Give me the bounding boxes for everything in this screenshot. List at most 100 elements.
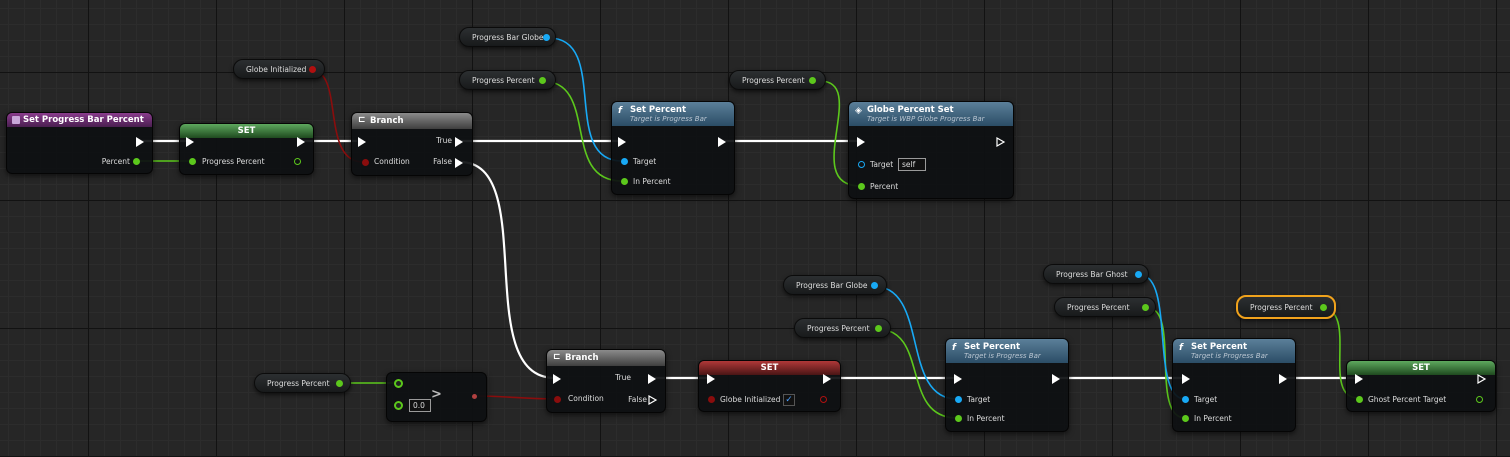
b-in-pin[interactable]: [394, 401, 403, 410]
globe-initialized-var[interactable]: Globe Initialized: [233, 59, 325, 79]
branch-header-2: ⊏ Branch: [547, 350, 665, 366]
progress-bar-globe-var-2[interactable]: Progress Bar Globe: [783, 275, 887, 295]
exec-in-pin[interactable]: [618, 137, 626, 147]
set-ghost-percent-target-node[interactable]: SET Ghost Percent Target: [1346, 360, 1496, 412]
target-in-pin[interactable]: [858, 161, 865, 168]
condition-in-pin[interactable]: [362, 159, 369, 166]
condition-in-pin[interactable]: [554, 396, 561, 403]
branch-condition-label-2: Condition: [568, 394, 604, 403]
progress-percent-var-5[interactable]: Progress Percent: [1054, 297, 1156, 317]
branch-true-label-2: True: [615, 373, 631, 382]
target-in-pin[interactable]: [955, 396, 962, 403]
var-label: Progress Bar Globe: [796, 280, 868, 290]
exec-out-pin[interactable]: [136, 137, 144, 147]
set-percent-node-1[interactable]: f Set Percent Target is Progress Bar Tar…: [611, 101, 735, 195]
exec-in-pin[interactable]: [1355, 374, 1363, 384]
progress-bar-ghost-var[interactable]: Progress Bar Ghost: [1043, 264, 1149, 284]
progress-percent-var-3[interactable]: Progress Percent: [254, 373, 351, 393]
percent-in-pin[interactable]: [858, 183, 865, 190]
target-label: Target: [1194, 395, 1218, 404]
exec-out-pin-empty[interactable]: [996, 137, 1006, 147]
exec-in-pin[interactable]: [1182, 374, 1190, 384]
branch-title-1: Branch: [370, 116, 404, 126]
set-globe-initialized-node[interactable]: SET Globe Initialized ✓: [698, 360, 841, 412]
progress-percent-var-6-selected[interactable]: Progress Percent: [1236, 295, 1336, 319]
in-percent-in-pin[interactable]: [1182, 415, 1189, 422]
object-out-pin[interactable]: [1135, 271, 1142, 278]
exec-out-pin[interactable]: [297, 137, 305, 147]
float-out-pin[interactable]: [1320, 304, 1327, 311]
false-exec-out-pin[interactable]: [455, 158, 463, 168]
set-title-1: SET: [237, 126, 256, 136]
branch-false-label-1: False: [433, 157, 452, 166]
object-out-pin[interactable]: [543, 34, 550, 41]
compare-value-field[interactable]: 0.0: [409, 399, 431, 412]
exec-in-pin[interactable]: [857, 137, 865, 147]
exec-in-pin[interactable]: [358, 137, 366, 147]
branch-node-2[interactable]: ⊏ Branch True Condition False: [546, 349, 666, 413]
bool-out-pin[interactable]: [472, 394, 477, 399]
set-header-1: SET: [180, 124, 313, 138]
progress-percent-out-pin[interactable]: [294, 158, 301, 165]
target-label: Target: [870, 160, 894, 169]
true-exec-out-pin[interactable]: [455, 137, 463, 147]
branch-icon: ⊏: [358, 115, 366, 125]
in-percent-label: In Percent: [1194, 414, 1232, 423]
globe-initialized-checkbox[interactable]: ✓: [783, 394, 795, 406]
var-label: Progress Bar Globe: [472, 32, 544, 42]
object-out-pin[interactable]: [871, 282, 878, 289]
target-self-field[interactable]: self: [898, 158, 926, 171]
exec-out-pin-empty[interactable]: [1477, 374, 1487, 384]
globe-percent-set-node[interactable]: ◈ Globe Percent Set Target is WBP Globe …: [848, 101, 1014, 199]
greater-than-node[interactable]: > 0.0: [386, 372, 487, 422]
progress-percent-in-pin[interactable]: [189, 158, 196, 165]
target-in-pin[interactable]: [1182, 396, 1189, 403]
set-percent-node-3[interactable]: f Set Percent Target is Progress Bar Tar…: [1172, 338, 1296, 432]
branch-true-label-1: True: [436, 136, 452, 145]
set-percent-node-2[interactable]: f Set Percent Target is Progress Bar Tar…: [945, 338, 1069, 432]
globe-initialized-out-pin[interactable]: [309, 66, 316, 73]
ghost-percent-out-pin[interactable]: [1476, 396, 1483, 403]
exec-in-pin[interactable]: [553, 374, 561, 384]
ghost-percent-in-pin[interactable]: [1356, 396, 1363, 403]
globe-initialized-in-pin[interactable]: [708, 396, 715, 403]
float-out-pin[interactable]: [539, 77, 546, 84]
percent-out-pin[interactable]: [133, 158, 140, 165]
globe-initialized-var-label: Globe Initialized: [246, 64, 307, 74]
float-out-pin[interactable]: [1142, 304, 1149, 311]
branch-node-1[interactable]: ⊏ Branch True Condition False: [351, 112, 473, 176]
in-percent-in-pin[interactable]: [955, 415, 962, 422]
fn-header-1: f Set Percent Target is Progress Bar: [612, 102, 734, 126]
progress-bar-globe-var-1[interactable]: Progress Bar Globe: [459, 27, 556, 47]
var-label: Progress Percent: [1067, 302, 1130, 312]
a-in-pin[interactable]: [394, 379, 403, 388]
true-exec-out-pin[interactable]: [648, 374, 656, 384]
var-label: Progress Percent: [267, 378, 330, 388]
progress-percent-var-4[interactable]: Progress Percent: [794, 318, 891, 338]
target-in-pin[interactable]: [621, 158, 628, 165]
float-out-pin[interactable]: [809, 77, 816, 84]
float-out-pin[interactable]: [336, 380, 343, 387]
branch-title-2: Branch: [565, 353, 599, 363]
false-exec-out-pin-empty[interactable]: [648, 395, 658, 405]
exec-out-pin[interactable]: [1052, 374, 1060, 384]
exec-out-pin[interactable]: [1279, 374, 1287, 384]
in-percent-in-pin[interactable]: [621, 178, 628, 185]
exec-out-pin[interactable]: [718, 137, 726, 147]
float-out-pin[interactable]: [875, 325, 882, 332]
exec-in-pin[interactable]: [186, 137, 194, 147]
function-icon: f: [618, 106, 622, 116]
bool-out-pin[interactable]: [820, 396, 827, 403]
exec-in-pin[interactable]: [707, 374, 715, 384]
progress-percent-var-1[interactable]: Progress Percent: [459, 70, 556, 90]
event-node-set-progress-bar-percent[interactable]: Set Progress Bar Percent Percent: [6, 112, 153, 174]
var-label: Progress Percent: [742, 75, 805, 85]
target-label: Target: [633, 157, 657, 166]
exec-in-pin[interactable]: [954, 374, 962, 384]
exec-out-pin[interactable]: [823, 374, 831, 384]
set-pin-label-3: Ghost Percent Target: [1368, 395, 1447, 404]
var-label: Progress Bar Ghost: [1056, 269, 1128, 279]
progress-percent-var-2[interactable]: Progress Percent: [729, 70, 826, 90]
operator-label: >: [431, 387, 442, 402]
set-progress-percent-node[interactable]: SET Progress Percent: [179, 123, 314, 175]
